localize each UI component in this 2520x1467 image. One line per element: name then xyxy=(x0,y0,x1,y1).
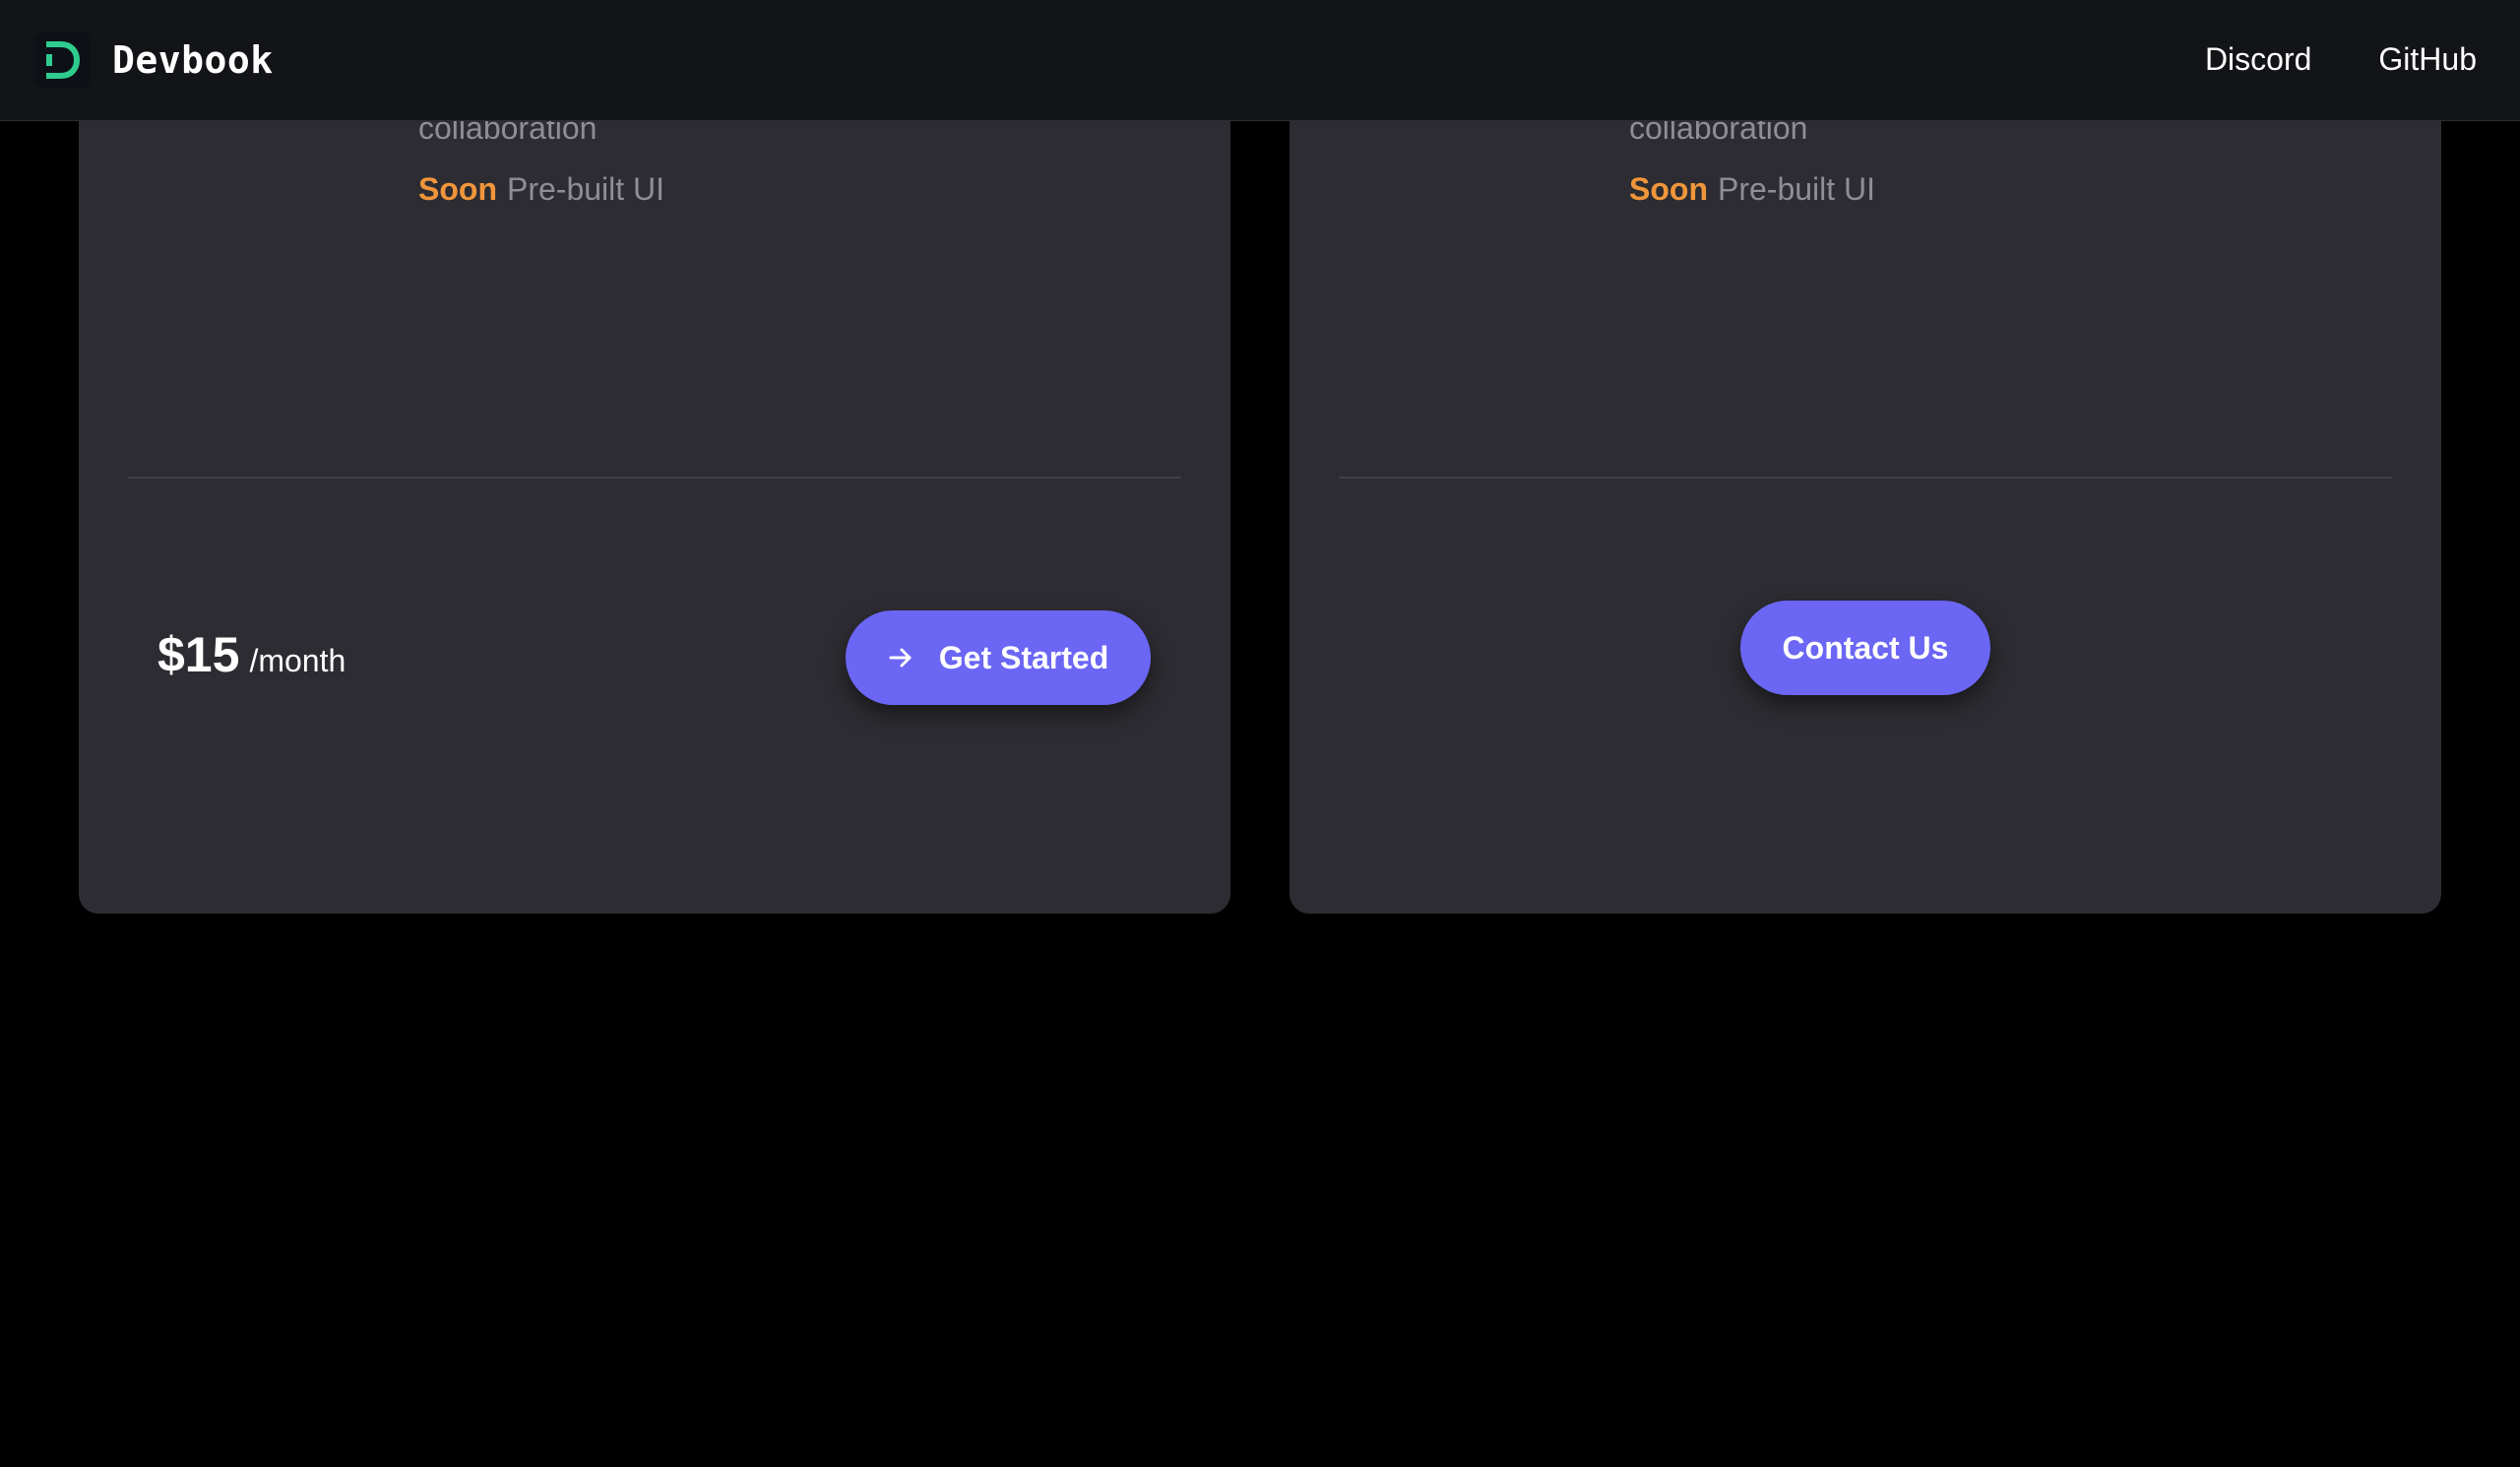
contact-us-button[interactable]: Contact Us xyxy=(1740,601,1990,695)
get-started-label: Get Started xyxy=(938,639,1109,675)
top-navbar: Devbook Discord GitHub xyxy=(0,0,2520,121)
soon-badge: Soon xyxy=(418,171,497,207)
feature-item-prebuilt-ui: Soon Pre-built UI xyxy=(418,171,664,208)
brand-name: Devbook xyxy=(112,38,274,82)
get-started-button[interactable]: Get Started xyxy=(846,610,1151,705)
feature-label: Pre-built UI xyxy=(506,171,665,207)
nav-links: Discord GitHub xyxy=(2205,37,2477,81)
pricing-card-pro: collaboration Soon Pre-built UI $15/month… xyxy=(79,0,1230,914)
contact-us-label: Contact Us xyxy=(1782,629,1949,666)
devbook-logo-icon xyxy=(35,32,91,88)
card-divider xyxy=(128,477,1181,478)
card-divider xyxy=(1339,477,2392,478)
nav-link-discord[interactable]: Discord xyxy=(2205,37,2311,81)
price-period: /month xyxy=(249,643,346,678)
brand[interactable]: Devbook xyxy=(35,32,274,88)
nav-link-github[interactable]: GitHub xyxy=(2378,37,2477,81)
feature-label: Pre-built UI xyxy=(1717,171,1876,207)
price-amount: $15 xyxy=(158,627,240,682)
feature-item-prebuilt-ui: Soon Pre-built UI xyxy=(1629,171,1875,208)
pricing-card-enterprise: collaboration Soon Pre-built UI Contact U… xyxy=(1290,0,2441,914)
arrow-right-icon xyxy=(888,645,914,670)
price: $15/month xyxy=(158,626,346,683)
soon-badge: Soon xyxy=(1629,171,1708,207)
